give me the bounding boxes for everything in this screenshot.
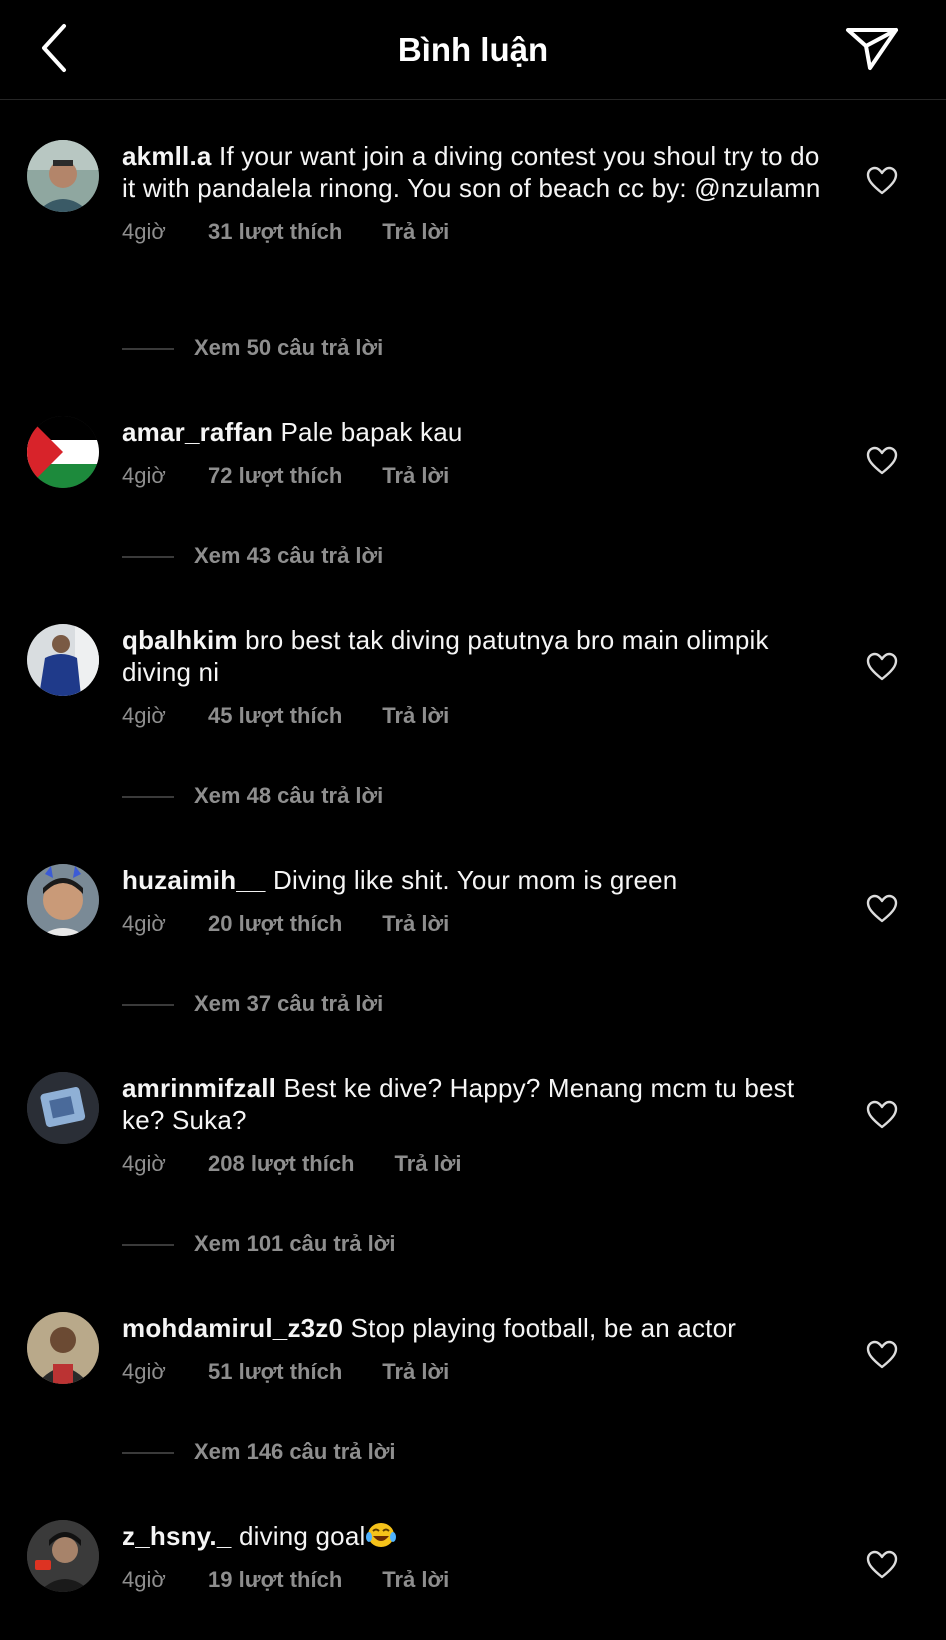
- divider-line: [122, 796, 174, 799]
- heart-icon: [866, 652, 898, 681]
- reply-button[interactable]: Trả lời: [395, 1150, 462, 1178]
- view-replies-label: Xem 48 câu trả lời: [194, 783, 384, 808]
- view-replies-button[interactable]: Xem 50 câu trả lời: [122, 334, 383, 362]
- comment-time: 4giờ: [122, 219, 166, 244]
- like-button[interactable]: [866, 1550, 898, 1580]
- view-replies-label: Xem 43 câu trả lời: [194, 543, 384, 568]
- comment-likes[interactable]: 51 lượt thích: [208, 1358, 342, 1386]
- laughing-emoji-icon: [365, 1521, 397, 1547]
- comment-likes[interactable]: 31 lượt thích: [208, 218, 342, 246]
- reply-button[interactable]: Trả lời: [382, 218, 449, 246]
- comment-username[interactable]: amar_raffan: [122, 417, 273, 447]
- like-button[interactable]: [866, 894, 898, 924]
- heart-icon: [866, 166, 898, 195]
- reply-button[interactable]: Trả lời: [382, 702, 449, 730]
- divider-line: [122, 1452, 174, 1455]
- comment-text: If your want join a diving contest you s…: [122, 141, 821, 203]
- comment-username[interactable]: amrinmifzall: [122, 1073, 276, 1103]
- heart-icon: [866, 446, 898, 475]
- comment-username[interactable]: mohdamirul_z3z0: [122, 1313, 343, 1343]
- avatar[interactable]: [27, 416, 99, 488]
- reply-button[interactable]: Trả lời: [382, 1358, 449, 1386]
- comment-username[interactable]: akmll.a: [122, 141, 212, 171]
- avatar[interactable]: [27, 140, 99, 212]
- divider-line: [122, 1004, 174, 1007]
- like-button[interactable]: [866, 1340, 898, 1370]
- comment-username[interactable]: huzaimih__: [122, 865, 266, 895]
- comment-username[interactable]: qbalhkim: [122, 625, 238, 655]
- view-replies-button[interactable]: Xem 48 câu trả lời: [122, 782, 383, 810]
- heart-icon: [866, 894, 898, 923]
- heart-icon: [866, 1550, 898, 1579]
- page-title: Bình luận: [397, 31, 549, 68]
- view-replies-label: Xem 37 câu trả lời: [194, 991, 384, 1016]
- comment-text: Diving like shit. Your mom is green: [273, 865, 678, 895]
- heart-icon: [866, 1340, 898, 1369]
- view-replies-button[interactable]: Xem 101 câu trả lời: [122, 1230, 396, 1258]
- divider-line: [122, 348, 174, 351]
- reply-button[interactable]: Trả lời: [382, 1566, 449, 1594]
- comment-likes[interactable]: 20 lượt thích: [208, 910, 342, 938]
- reply-button[interactable]: Trả lời: [382, 462, 449, 490]
- comment-time: 4giờ: [122, 911, 166, 936]
- comment-time: 4giờ: [122, 463, 166, 488]
- divider-line: [122, 556, 174, 559]
- like-button[interactable]: [866, 446, 898, 476]
- view-replies-button[interactable]: Xem 43 câu trả lời: [122, 542, 383, 570]
- comment-time: 4giờ: [122, 703, 166, 728]
- header-bar: Bình luận: [0, 0, 946, 100]
- divider-line: [122, 1244, 174, 1247]
- comment-likes[interactable]: 72 lượt thích: [208, 462, 342, 490]
- paper-plane-icon: [846, 28, 898, 70]
- view-replies-label: Xem 101 câu trả lời: [194, 1231, 396, 1256]
- comment-time: 4giờ: [122, 1567, 166, 1592]
- view-replies-label: Xem 146 câu trả lời: [194, 1439, 396, 1464]
- comment-likes[interactable]: 208 lượt thích: [208, 1150, 355, 1178]
- avatar[interactable]: [27, 864, 99, 936]
- comment-time: 4giờ: [122, 1151, 166, 1176]
- comment-likes[interactable]: 19 lượt thích: [208, 1566, 342, 1594]
- view-replies-button[interactable]: Xem 146 câu trả lời: [122, 1438, 396, 1466]
- avatar[interactable]: [27, 1520, 99, 1592]
- comment-text: diving goal: [238, 1521, 366, 1551]
- view-replies-button[interactable]: Xem 37 câu trả lời: [122, 990, 383, 1018]
- heart-icon: [866, 1100, 898, 1129]
- avatar[interactable]: [27, 1312, 99, 1384]
- view-replies-label: Xem 50 câu trả lời: [194, 335, 384, 360]
- comment-username[interactable]: z_hsny._: [122, 1521, 232, 1551]
- palestine-flag-icon: [27, 416, 99, 488]
- share-button[interactable]: [844, 24, 902, 74]
- comment-text: Pale bapak kau: [280, 417, 463, 447]
- like-button[interactable]: [866, 166, 898, 196]
- like-button[interactable]: [866, 1100, 898, 1130]
- comment-time: 4giờ: [122, 1359, 166, 1384]
- avatar[interactable]: [27, 1072, 99, 1144]
- avatar[interactable]: [27, 624, 99, 696]
- comment-likes[interactable]: 45 lượt thích: [208, 702, 342, 730]
- like-button[interactable]: [866, 652, 898, 682]
- reply-button[interactable]: Trả lời: [382, 910, 449, 938]
- comment-text: Stop playing football, be an actor: [350, 1313, 737, 1343]
